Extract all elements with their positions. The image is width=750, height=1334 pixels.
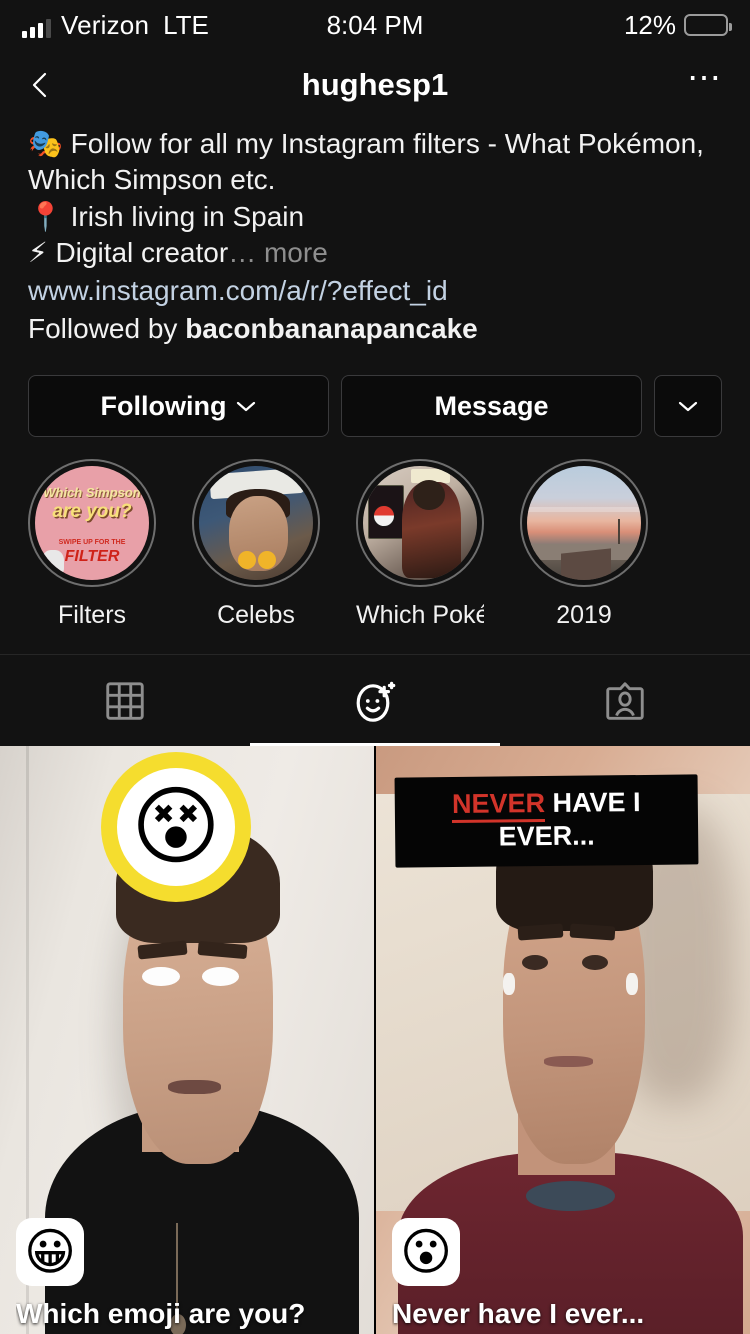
effect-title: Which emoji are you? [16,1298,306,1330]
effect-card-never-have-i-ever[interactable]: NEVER HAVE I EVER... 😮 Never have I ever… [376,746,750,1334]
bio-line-3: ⚡ Digital creator… more [28,235,722,271]
chevron-down-icon [678,400,698,412]
status-bar: Verizon LTE 8:04 PM 12% [0,0,750,50]
photo-rooftop [561,548,612,581]
highlight-ring: Which Simpson are you? SWIPE UP FOR THE … [28,459,156,588]
tab-effects[interactable] [250,655,500,747]
dizzy-face-overlay: 😵 [100,752,251,903]
highlight-celebs[interactable]: Celebs [192,459,320,630]
bio-ellipsis: … [228,237,257,269]
back-chevron-icon[interactable] [26,70,56,100]
bio-more-link[interactable]: more [264,237,328,268]
cellular-signal-icon [22,18,51,38]
profile-tab-bar [0,654,750,747]
highlight-ring [356,459,484,588]
grid-icon [102,678,148,724]
grinning-face-emoji: 😀 [23,1223,77,1282]
bio-line-2: 📍 Irish living in Spain [28,199,722,235]
simpson-card-line-2: are you? [52,500,132,522]
battery-icon [684,14,732,36]
highlight-label: Celebs [217,601,295,630]
simpson-card-line-1: Which Simpson [43,484,141,500]
message-button-label: Message [434,390,549,421]
overlay-line-1: NEVER HAVE I [402,787,689,824]
overlay-word-never: NEVER [451,788,545,824]
which-simpson-pink-card: Which Simpson are you? SWIPE UP FOR THE … [35,466,149,581]
carrier-label: Verizon [61,10,150,40]
celeb-selfie-photo [199,466,313,581]
photo-emoji-1 [237,550,256,569]
page-title: hughesp1 [301,67,449,102]
photo-crane [618,518,621,544]
profile-bio: 🎭 Follow for all my Instagram filters - … [0,120,750,347]
following-button[interactable]: Following [28,375,329,438]
highlight-label: 2019 [556,601,612,630]
tab-posts-grid[interactable] [0,655,250,746]
message-button[interactable]: Message [341,375,642,438]
effect-footer: 😀 Which emoji are you? [0,1218,374,1334]
pushpin-emoji: 📍 [28,199,63,233]
highlight-label: Which Poké… [356,601,484,630]
photo-person-head [413,480,446,510]
sunset-rooftop-photo [527,466,641,581]
open-mouth-face-badge: 😮 [392,1218,460,1287]
effect-footer: 😮 Never have I ever... [376,1218,750,1334]
tagged-person-icon [602,678,648,724]
suggested-users-button[interactable] [654,375,722,438]
bio-line-1-text: Follow for all my Instagram filters - Wh… [28,128,704,196]
simpson-card-line-3: SWIPE UP FOR THE [58,539,126,547]
pokemon-costume-photo [363,466,477,581]
never-have-i-ever-overlay: NEVER HAVE I EVER... [394,774,699,868]
tab-tagged[interactable] [500,655,750,746]
highlight-filters[interactable]: Which Simpson are you? SWIPE UP FOR THE … [28,459,156,630]
highlight-which-pokemon[interactable]: Which Poké… [356,459,484,630]
highlight-label: Filters [57,601,127,630]
profile-actions: Following Message [0,347,750,438]
highlight-2019[interactable]: 2019 [520,459,648,630]
effect-title: Never have I ever... [392,1298,645,1330]
performing-arts-emoji: 🎭 [28,127,63,160]
bio-line-1: 🎭 Follow for all my Instagram filters - … [28,126,722,199]
following-button-label: Following [100,390,227,421]
grinning-face-badge: 😀 [16,1218,84,1287]
bio-line-3-text: Digital creator [55,237,229,269]
face-effects-icon [349,675,401,727]
bio-website-link[interactable]: www.instagram.com/a/r/?effect_id [28,273,722,309]
dizzy-face-emoji: 😵 [131,777,221,878]
followed-by-prefix: Followed by [28,312,186,344]
followed-by-row: Followed by baconbananapancake [28,311,722,347]
highlight-ring [520,459,648,588]
more-options-icon[interactable]: ⋯ [687,61,724,98]
network-type-label: LTE [163,10,209,40]
status-bar-left: Verizon LTE [22,12,209,38]
bio-line-2-text: Irish living in Spain [70,200,305,232]
instagram-profile-screen: Verizon LTE 8:04 PM 12% hughesp1 ⋯ 🎭 Fol… [0,0,750,1334]
status-bar-right: 12% [623,9,732,41]
battery-percent-label: 12% [623,9,676,40]
overlay-line-2: EVER... [498,820,595,852]
highlight-ring [192,459,320,588]
story-highlights: Which Simpson are you? SWIPE UP FOR THE … [0,437,750,630]
overlay-line-1-rest: HAVE I [544,787,641,819]
effects-grid: 😵 😀 Which emoji are you? NEVER HAVE I EV… [0,746,750,1334]
photo-cloud-streak [527,507,641,512]
open-mouth-face-emoji: 😮 [399,1223,453,1282]
simpson-card-character [41,549,64,576]
nav-header: hughesp1 ⋯ [0,50,750,120]
effect-card-which-emoji[interactable]: 😵 😀 Which emoji are you? [0,746,374,1334]
followed-by-username[interactable]: baconbananapancake [185,313,478,344]
chevron-down-icon [236,400,256,412]
simpson-card-line-4: FILTER [64,548,120,566]
high-voltage-emoji: ⚡ [28,236,48,270]
